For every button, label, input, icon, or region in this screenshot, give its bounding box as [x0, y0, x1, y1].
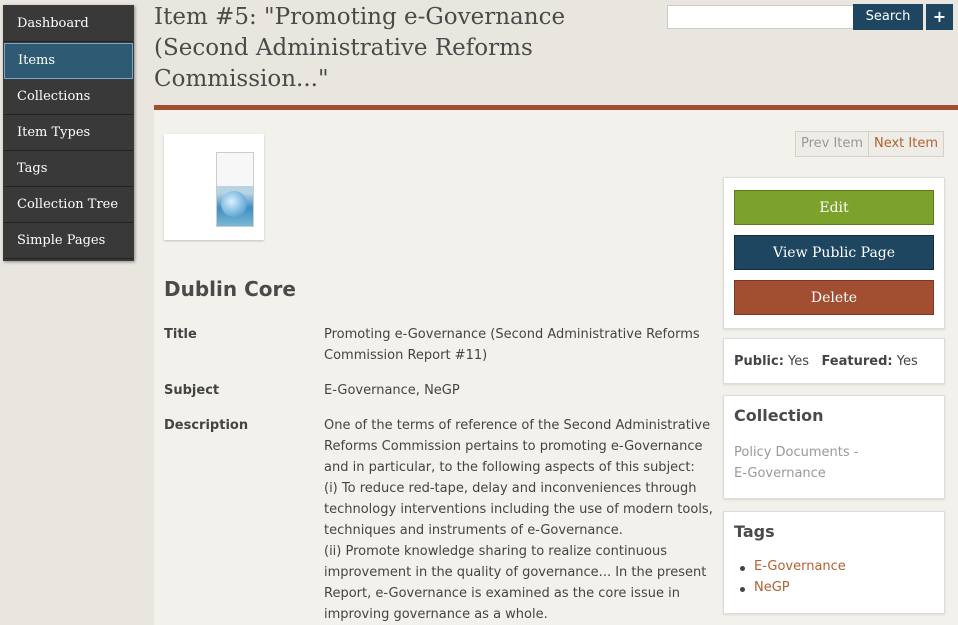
tag-link-negp[interactable]: NeGP — [754, 580, 790, 595]
tags-heading: Tags — [734, 522, 775, 541]
nav-item-tags[interactable]: Tags — [4, 152, 133, 187]
view-public-page-button[interactable]: View Public Page — [734, 235, 934, 270]
status-line: Public: Yes Featured: Yes — [734, 354, 918, 369]
bullet-icon — [740, 587, 745, 592]
collection-heading: Collection — [734, 406, 824, 425]
description-value: One of the terms of reference of the Sec… — [324, 418, 713, 622]
subject-value: E-Governance, NeGP — [324, 383, 460, 398]
featured-value: Yes — [896, 354, 918, 369]
featured-label: Featured: — [821, 354, 893, 369]
nav-item-collections[interactable]: Collections — [4, 80, 133, 115]
prev-item-button[interactable]: Prev Item — [795, 131, 869, 157]
nav-item-item-types[interactable]: Item Types — [4, 116, 133, 151]
nav-item-simple-pages[interactable]: Simple Pages — [4, 224, 133, 259]
title-value: Promoting e-Governance (Second Administr… — [324, 327, 700, 363]
public-value: Yes — [788, 354, 810, 369]
nav-item-dashboard[interactable]: Dashboard — [4, 7, 133, 42]
description-label: Description — [164, 418, 249, 433]
tags-panel: Tags E-Governance NeGP — [723, 511, 945, 614]
tag-link-e-governance[interactable]: E-Governance — [754, 559, 846, 574]
actions-panel: Edit View Public Page Delete — [723, 177, 945, 329]
status-panel: Public: Yes Featured: Yes — [723, 338, 945, 384]
public-label: Public: — [734, 354, 784, 369]
document-cover-image — [216, 152, 254, 227]
title-label: Title — [164, 327, 197, 342]
globe-graphic — [221, 191, 247, 217]
page-title: Item #5: "Promoting e-Governance (Second… — [154, 4, 566, 92]
collection-panel: Collection Policy Documents - E-Governan… — [723, 395, 945, 499]
dublin-core-heading: Dublin Core — [164, 277, 296, 301]
search-button[interactable]: Search — [853, 4, 923, 30]
delete-button[interactable]: Delete — [734, 280, 934, 315]
bullet-icon — [740, 566, 745, 571]
advanced-search-button[interactable]: + — [926, 4, 953, 30]
item-file-thumbnail[interactable] — [164, 134, 264, 240]
admin-nav: Dashboard Items Collections Item Types T… — [3, 5, 134, 261]
nav-item-items[interactable]: Items — [4, 43, 133, 79]
search-input[interactable] — [667, 5, 860, 29]
edit-button[interactable]: Edit — [734, 190, 934, 225]
nav-item-collection-tree[interactable]: Collection Tree — [4, 188, 133, 223]
subject-label: Subject — [164, 383, 220, 398]
collection-link[interactable]: Policy Documents - E-Governance — [734, 445, 858, 481]
next-item-button[interactable]: Next Item — [868, 131, 944, 157]
